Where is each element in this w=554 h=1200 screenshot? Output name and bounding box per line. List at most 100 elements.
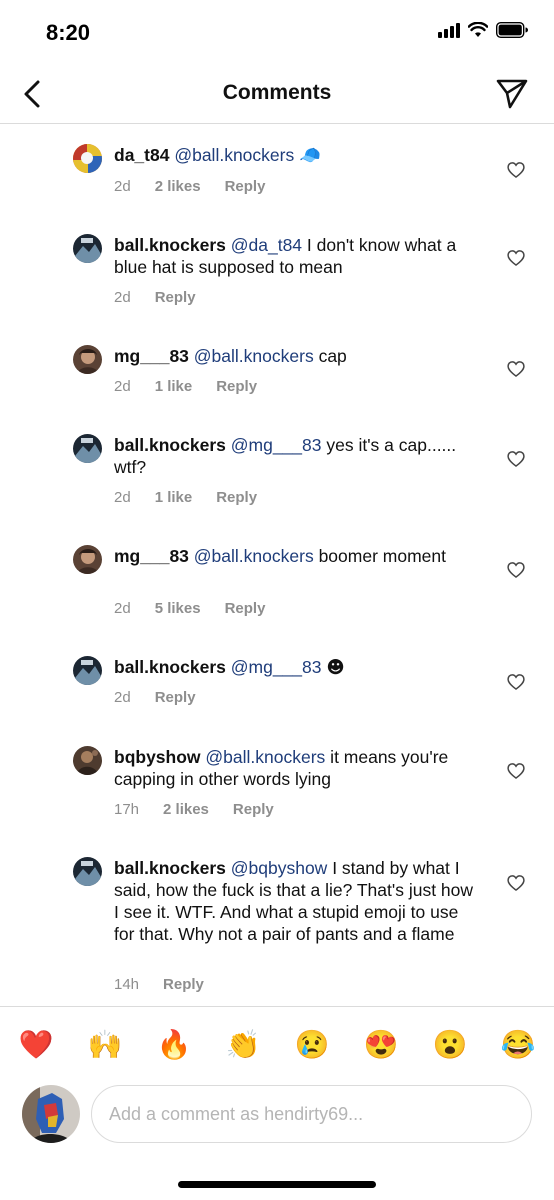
status-icons — [438, 22, 528, 38]
comment-mention[interactable]: @ball.knockers — [205, 747, 325, 767]
comment-meta: 2d 5 likes Reply — [114, 600, 265, 617]
quick-reaction-bar: ❤️ 🙌 🔥 👏 😢 😍 😮 😂 — [0, 1006, 554, 1082]
comment-composer — [0, 1082, 554, 1152]
comment-username[interactable]: mg___83 — [114, 546, 189, 566]
avatar[interactable] — [73, 144, 102, 173]
reply-button[interactable]: Reply — [155, 289, 196, 306]
comment-time: 2d — [114, 489, 131, 506]
avatar[interactable] — [22, 1085, 80, 1143]
comment-mention[interactable]: @ball.knockers — [194, 346, 314, 366]
comment-username[interactable]: ball.knockers — [114, 235, 226, 255]
comment-time: 2d — [114, 289, 131, 306]
reply-button[interactable]: Reply — [225, 600, 266, 617]
reaction-laughing[interactable]: 😂 — [500, 1027, 536, 1063]
comment-meta: 2d 1 like Reply — [114, 489, 257, 506]
heart-outline-icon[interactable] — [506, 359, 526, 379]
smiley-emoji: ☻ — [326, 658, 345, 678]
comment-time: 2d — [114, 600, 131, 617]
comment-text: da_t84 @ball.knockers 🧢 — [114, 144, 482, 166]
avatar-image — [73, 434, 102, 463]
comment-username[interactable]: ball.knockers — [114, 657, 226, 677]
battery-icon — [496, 22, 528, 38]
avatar[interactable] — [73, 857, 102, 886]
comment-text: ball.knockers @mg___83 yes it's a cap...… — [114, 434, 482, 478]
comment-time: 2d — [114, 378, 131, 395]
comment-time: 17h — [114, 801, 140, 818]
status-time: 8:20 — [46, 20, 91, 45]
heart-outline-icon[interactable] — [506, 873, 526, 893]
paper-plane-icon — [496, 79, 528, 109]
reaction-fire[interactable]: 🔥 — [156, 1027, 192, 1063]
comment-text: ball.knockers @bqbyshow I stand by what … — [114, 857, 482, 945]
avatar[interactable] — [73, 545, 102, 574]
reply-button[interactable]: Reply — [225, 178, 266, 195]
comment-text: mg___83 @ball.knockers boomer moment — [114, 545, 482, 567]
share-button[interactable] — [494, 75, 530, 111]
comment-username[interactable]: ball.knockers — [114, 858, 226, 878]
comment-likes[interactable]: 2 likes — [163, 801, 209, 818]
comment-mention[interactable]: @mg___83 — [231, 657, 322, 677]
wifi-icon — [468, 22, 488, 37]
avatar-image — [73, 746, 102, 775]
reaction-heart[interactable]: ❤️ — [18, 1027, 54, 1063]
avatar-image — [73, 144, 102, 173]
avatar-image — [73, 656, 102, 685]
comment-time: 2d — [114, 689, 131, 706]
reply-button[interactable]: Reply — [216, 378, 257, 395]
comment-text: ball.knockers @da_t84 I don't know what … — [114, 234, 482, 278]
comment-mention[interactable]: @bqbyshow — [231, 858, 328, 878]
comment-username[interactable]: bqbyshow — [114, 747, 201, 767]
heart-outline-icon[interactable] — [506, 672, 526, 692]
comment-mention[interactable]: @mg___83 — [231, 435, 322, 455]
comment-mention[interactable]: @ball.knockers — [194, 546, 314, 566]
comment-meta: 2d Reply — [114, 689, 196, 706]
reaction-raised-hands[interactable]: 🙌 — [87, 1027, 123, 1063]
comment-message: boomer moment — [313, 546, 446, 566]
reaction-surprised[interactable]: 😮 — [432, 1027, 468, 1063]
avatar[interactable] — [73, 656, 102, 685]
blue-cap-emoji: 🧢 — [299, 145, 321, 165]
avatar-image — [73, 857, 102, 886]
reply-button[interactable]: Reply — [233, 801, 274, 818]
reply-button[interactable]: Reply — [155, 689, 196, 706]
avatar[interactable] — [73, 345, 102, 374]
reply-button[interactable]: Reply — [163, 976, 204, 993]
comment-likes[interactable]: 1 like — [155, 378, 193, 395]
comment-list[interactable]: da_t84 @ball.knockers 🧢 2d 2 likes Reply… — [0, 124, 554, 1006]
avatar-image — [73, 234, 102, 263]
comment-message: cap — [313, 346, 347, 366]
comment-mention[interactable]: @da_t84 — [231, 235, 302, 255]
avatar[interactable] — [73, 434, 102, 463]
comment-meta: 17h 2 likes Reply — [114, 801, 274, 818]
avatar-image — [22, 1085, 80, 1143]
avatar[interactable] — [73, 234, 102, 263]
comment-meta: 2d 1 like Reply — [114, 378, 257, 395]
heart-outline-icon[interactable] — [506, 449, 526, 469]
comment-likes[interactable]: 2 likes — [155, 178, 201, 195]
reaction-crying[interactable]: 😢 — [294, 1027, 330, 1063]
comment-input[interactable] — [91, 1085, 532, 1143]
comment-meta: 2d 2 likes Reply — [114, 178, 265, 195]
heart-outline-icon[interactable] — [506, 761, 526, 781]
home-indicator — [178, 1181, 376, 1188]
status-bar: 8:20 — [0, 0, 554, 66]
comment-username[interactable]: mg___83 — [114, 346, 189, 366]
reply-button[interactable]: Reply — [216, 489, 257, 506]
reaction-heart-eyes[interactable]: 😍 — [363, 1027, 399, 1063]
avatar[interactable] — [73, 746, 102, 775]
comment-meta: 14h Reply — [114, 976, 204, 993]
comment-mention[interactable]: @ball.knockers — [174, 145, 294, 165]
comment-likes[interactable]: 5 likes — [155, 600, 201, 617]
comment-likes[interactable]: 1 like — [155, 489, 193, 506]
comment-time: 2d — [114, 178, 131, 195]
heart-outline-icon[interactable] — [506, 560, 526, 580]
comment-username[interactable]: da_t84 — [114, 145, 169, 165]
comment-meta: 2d Reply — [114, 289, 196, 306]
heart-outline-icon[interactable] — [506, 160, 526, 180]
comment-text: mg___83 @ball.knockers cap — [114, 345, 482, 367]
heart-outline-icon[interactable] — [506, 248, 526, 268]
avatar-image — [73, 345, 102, 374]
comment-time: 14h — [114, 976, 140, 993]
reaction-clapping[interactable]: 👏 — [225, 1027, 261, 1063]
comment-username[interactable]: ball.knockers — [114, 435, 226, 455]
